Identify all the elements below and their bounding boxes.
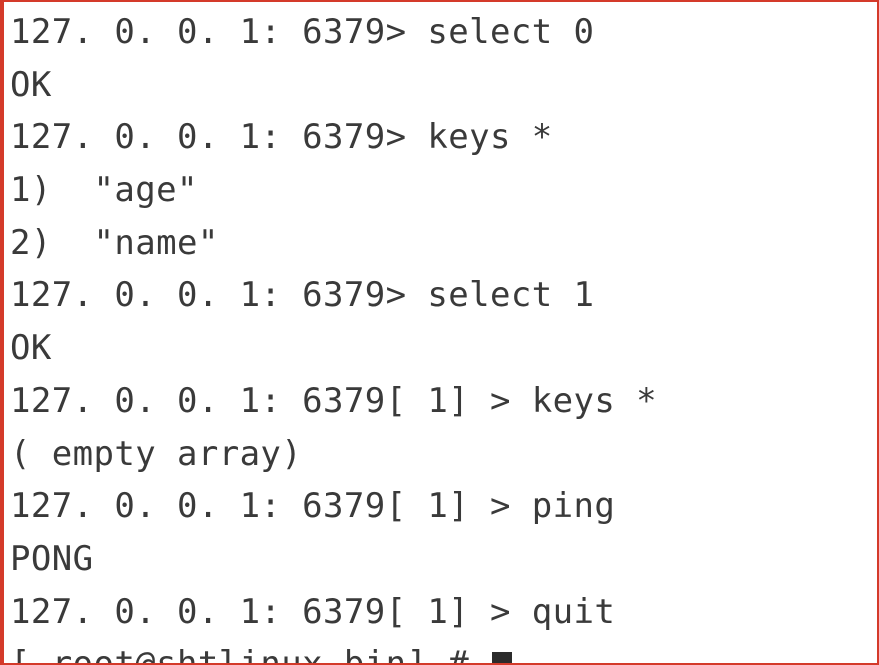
terminal-line: 127. 0. 0. 1: 6379[ 1] > ping	[10, 480, 871, 533]
terminal-line: OK	[10, 322, 871, 375]
response-text: 1) "age"	[10, 170, 198, 210]
redis-prompt: 127. 0. 0. 1: 6379[ 1] >	[10, 592, 532, 632]
terminal-line: ( empty array)	[10, 428, 871, 481]
response-text: OK	[10, 65, 52, 105]
response-text: PONG	[10, 539, 93, 579]
redis-prompt: 127. 0. 0. 1: 6379>	[10, 117, 427, 157]
command-text: keys *	[532, 381, 657, 421]
redis-prompt: 127. 0. 0. 1: 6379>	[10, 275, 427, 315]
terminal-line: 127. 0. 0. 1: 6379> keys *	[10, 111, 871, 164]
command-text: keys *	[427, 117, 552, 157]
terminal-line[interactable]: [ root@shtlinux bin] #	[10, 638, 871, 665]
response-text: 2) "name"	[10, 223, 219, 263]
redis-prompt: 127. 0. 0. 1: 6379[ 1] >	[10, 381, 532, 421]
terminal-line: PONG	[10, 533, 871, 586]
command-text: quit	[532, 592, 615, 632]
command-text: select 0	[427, 12, 594, 52]
redis-prompt: 127. 0. 0. 1: 6379>	[10, 12, 427, 52]
terminal-line: OK	[10, 59, 871, 112]
terminal-window: 127. 0. 0. 1: 6379> select 0 OK 127. 0. …	[0, 0, 879, 665]
terminal-line: 127. 0. 0. 1: 6379> select 1	[10, 269, 871, 322]
terminal-line: 127. 0. 0. 1: 6379[ 1] > keys *	[10, 375, 871, 428]
shell-prompt: [ root@shtlinux bin] #	[10, 644, 490, 665]
terminal-line: 127. 0. 0. 1: 6379[ 1] > quit	[10, 586, 871, 639]
terminal-line: 2) "name"	[10, 217, 871, 270]
cursor-icon	[492, 652, 512, 665]
terminal-line: 127. 0. 0. 1: 6379> select 0	[10, 6, 871, 59]
redis-prompt: 127. 0. 0. 1: 6379[ 1] >	[10, 486, 532, 526]
terminal-line: 1) "age"	[10, 164, 871, 217]
response-text: OK	[10, 328, 52, 368]
command-text: select 1	[427, 275, 594, 315]
command-text: ping	[532, 486, 615, 526]
response-text: ( empty array)	[10, 434, 302, 474]
